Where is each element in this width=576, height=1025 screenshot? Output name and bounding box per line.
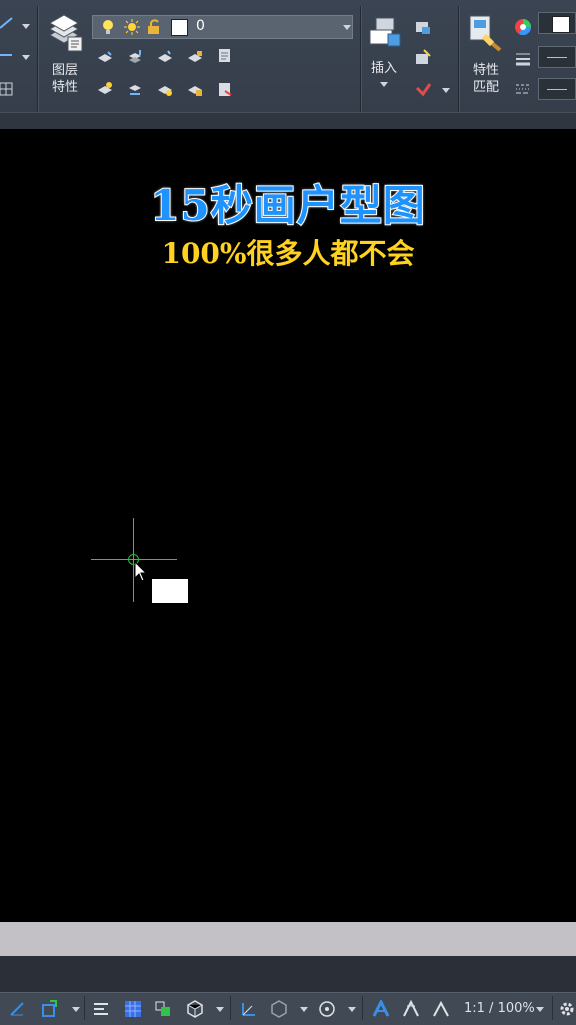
3d-osnap-icon[interactable] (186, 1000, 204, 1018)
polyline-tool-icon[interactable] (0, 46, 14, 64)
lineweight-icon[interactable] (514, 50, 532, 68)
isodraft-dropdown-arrow[interactable] (300, 1007, 308, 1012)
layout-tabs-bar (0, 956, 576, 992)
layer-delete-icon[interactable] (216, 80, 234, 98)
status-separator (552, 996, 553, 1020)
layer-color-swatch (171, 19, 188, 36)
insert-label[interactable]: 插入 (362, 60, 406, 77)
ribbon-separator (458, 6, 459, 124)
ribbon-panel-titles-bar (0, 112, 576, 129)
match-properties-label[interactable]: 特性 匹配 (464, 62, 508, 96)
3d-osnap-dropdown-arrow[interactable] (216, 1007, 224, 1012)
annotation-visibility-icon[interactable] (372, 1000, 390, 1018)
ribbon-separator (360, 6, 361, 124)
line-tool-icon[interactable] (0, 14, 14, 32)
lineweight-display-icon[interactable] (92, 1000, 110, 1018)
annotation-scale-dropdown-arrow[interactable] (536, 1007, 544, 1012)
layer-properties-label-line2: 特性 (51, 80, 78, 95)
ortho-mode-icon[interactable] (8, 1000, 26, 1018)
table-tool-icon[interactable] (0, 80, 14, 98)
dynamic-ucs-icon[interactable] (240, 1000, 258, 1018)
edit-block-icon[interactable] (414, 48, 432, 66)
layer-dropdown[interactable]: 0 (92, 15, 353, 39)
layer-unlock-icon[interactable] (186, 80, 204, 98)
layer-name-value: 0 (196, 18, 205, 34)
insert-dropdown-arrow[interactable] (380, 82, 388, 87)
color-wheel-icon[interactable] (514, 18, 532, 36)
match-properties-label-line2: 匹配 (472, 80, 499, 95)
match-properties-label-line1: 特性 (472, 63, 499, 78)
polar-dropdown-arrow[interactable] (72, 1007, 80, 1012)
attributes-dropdown-arrow[interactable] (442, 88, 450, 93)
video-subtitle-text: 100%很多人都不会 (161, 237, 415, 270)
status-separator (84, 996, 85, 1020)
match-properties-icon[interactable] (466, 14, 504, 54)
video-title-text: 15秒画户型图 (149, 180, 426, 231)
chevron-down-icon[interactable] (343, 25, 351, 30)
layer-off-icon[interactable] (96, 48, 114, 66)
layer-freeze-icon[interactable] (156, 48, 174, 66)
selection-cycling-icon[interactable] (154, 1000, 172, 1018)
dynamic-input-box[interactable] (152, 579, 188, 603)
layer-properties-icon[interactable] (46, 13, 84, 53)
ribbon-panel: 图层 特性 0 插入 特性 匹配 (0, 0, 576, 129)
gizmo-icon[interactable] (318, 1000, 336, 1018)
draw-dropdown-arrow[interactable] (22, 24, 30, 29)
settings-icon[interactable] (558, 1000, 576, 1018)
status-separator (230, 996, 231, 1020)
layer-isolate-icon[interactable] (126, 48, 144, 66)
insert-block-icon[interactable] (366, 14, 404, 50)
layer-lock-icon[interactable] (186, 48, 204, 66)
color-dropdown[interactable] (538, 12, 576, 34)
isometric-drafting-icon[interactable] (270, 1000, 288, 1018)
auto-scale-icon[interactable] (402, 1000, 420, 1018)
gizmo-dropdown-arrow[interactable] (348, 1007, 356, 1012)
sun-icon (124, 19, 140, 35)
edit-attributes-icon[interactable] (414, 80, 432, 98)
linetype-dropdown[interactable] (538, 78, 576, 100)
layer-properties-label-line1: 图层 (51, 63, 78, 78)
lightbulb-icon (103, 20, 113, 34)
command-line[interactable] (0, 922, 576, 956)
modify-dropdown-arrow[interactable] (22, 55, 30, 60)
polar-tracking-icon[interactable] (40, 1000, 58, 1018)
layer-make-current-icon[interactable] (96, 80, 114, 98)
lineweight-dropdown[interactable] (538, 46, 576, 68)
annotation-scale-value[interactable]: 1:1 / 100% (464, 1001, 535, 1016)
transparency-icon[interactable] (124, 1000, 142, 1018)
layer-match-icon[interactable] (126, 80, 144, 98)
status-separator (362, 996, 363, 1020)
linetype-icon[interactable] (514, 80, 532, 98)
color-swatch (552, 16, 570, 33)
layer-properties-label[interactable]: 图层 特性 (44, 62, 86, 96)
create-block-icon[interactable] (414, 18, 432, 36)
ribbon-separator (37, 6, 38, 124)
layer-walk-icon[interactable] (156, 80, 174, 98)
layer-states-icon[interactable] (216, 46, 234, 64)
lock-icon (148, 19, 159, 34)
mouse-pointer-icon (134, 561, 148, 582)
annotation-scale-icon[interactable] (432, 1000, 450, 1018)
